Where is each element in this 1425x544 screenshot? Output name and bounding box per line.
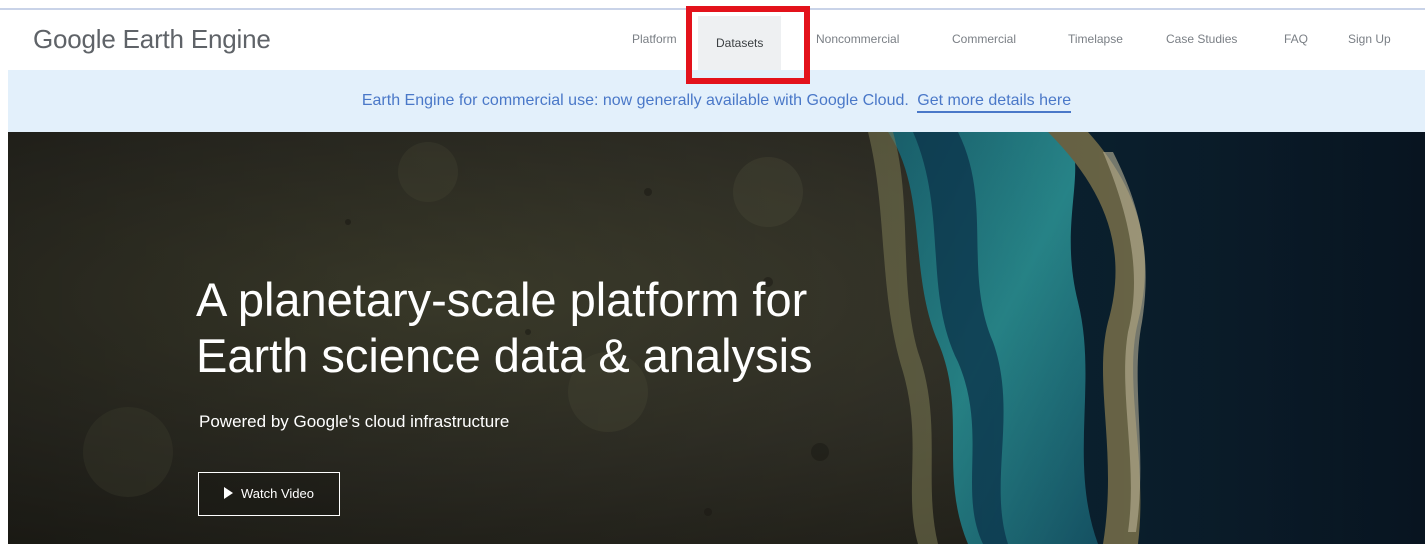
announcement-banner: Earth Engine for commercial use: now gen…: [8, 70, 1425, 132]
nav-item-case-studies[interactable]: Case Studies: [1166, 32, 1237, 46]
hero-heading-line-1: A planetary-scale platform for: [196, 273, 808, 326]
watch-video-button[interactable]: Watch Video: [198, 472, 340, 516]
nav-item-faq[interactable]: FAQ: [1284, 32, 1308, 46]
page: Google Earth Engine Platform Datasets No…: [0, 0, 1425, 544]
nav-item-commercial[interactable]: Commercial: [952, 32, 1016, 46]
nav-item-datasets[interactable]: Datasets: [698, 16, 782, 70]
main-nav: Platform Datasets Noncommercial Commerci…: [0, 10, 1425, 70]
nav-item-noncommercial[interactable]: Noncommercial: [816, 32, 899, 46]
hero-section: A planetary-scale platform for Earth sci…: [8, 132, 1425, 544]
top-divider: [0, 0, 1425, 10]
hero-heading-line-2: Earth science data & analysis: [196, 329, 813, 382]
banner-text: Earth Engine for commercial use: now gen…: [361, 92, 909, 109]
play-icon: [224, 487, 233, 499]
site-header: Google Earth Engine Platform Datasets No…: [0, 10, 1425, 70]
nav-item-sign-up[interactable]: Sign Up: [1348, 32, 1391, 46]
hero-subtitle: Powered by Google's cloud infrastructure: [199, 412, 510, 431]
nav-item-platform[interactable]: Platform: [632, 32, 677, 46]
watch-video-label: Watch Video: [241, 486, 314, 501]
hero-heading: A planetary-scale platform for Earth sci…: [196, 272, 916, 384]
banner-details-link[interactable]: Get more details here: [917, 92, 1072, 113]
nav-item-timelapse[interactable]: Timelapse: [1068, 32, 1123, 46]
